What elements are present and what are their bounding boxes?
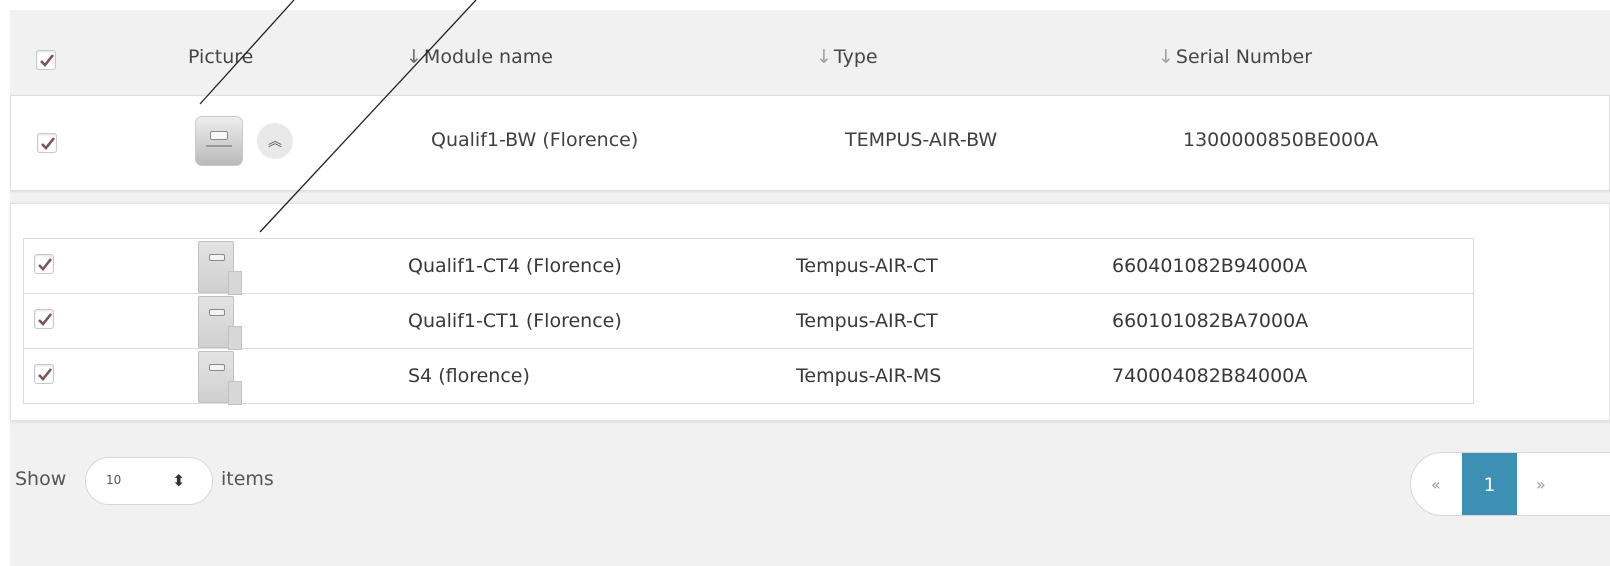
annotation-lines (199, 0, 477, 233)
annotation-line-2 (259, 0, 477, 233)
annotation-line-1 (199, 0, 295, 105)
